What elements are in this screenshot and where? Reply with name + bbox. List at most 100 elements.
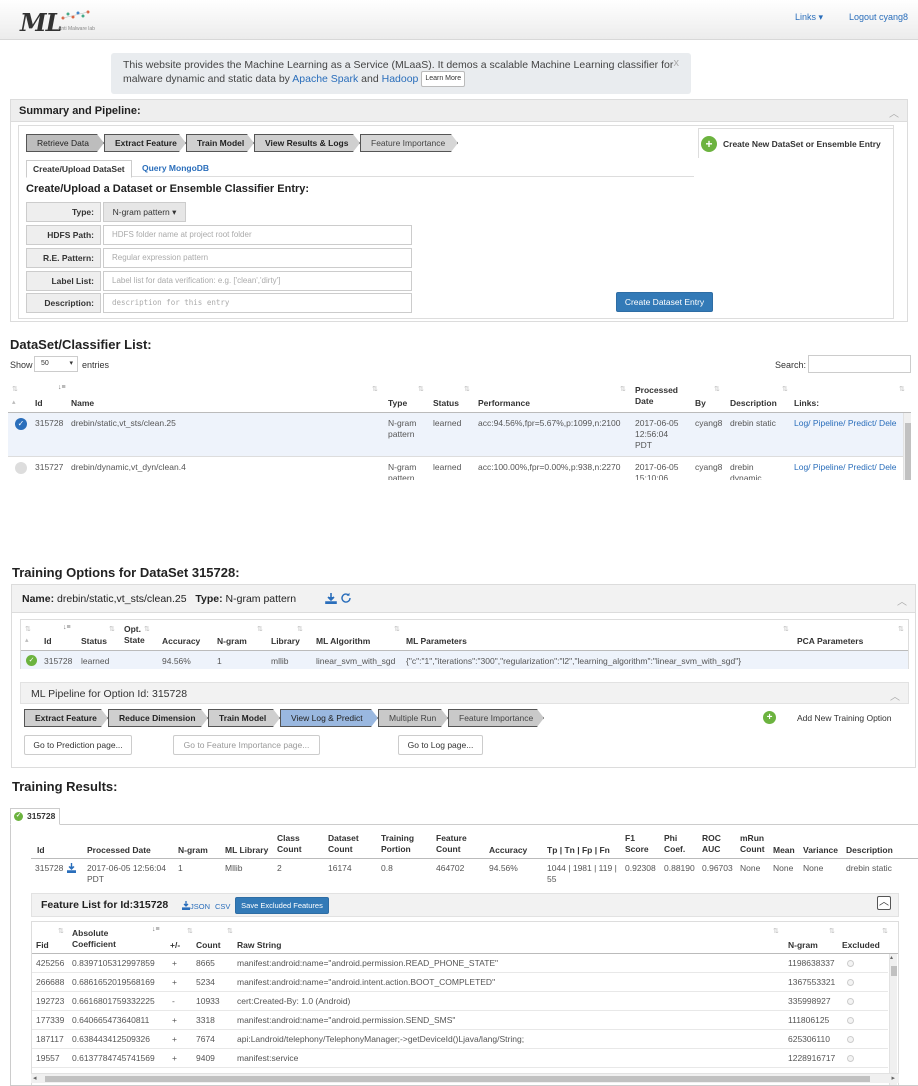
row-links[interactable]: Log/ Pipeline/ Predict/ Dele: [794, 418, 899, 429]
col-type[interactable]: Type: [388, 398, 407, 409]
sort-icon[interactable]: ⇅: [899, 385, 905, 393]
opt-pipeline-view-log-predict[interactable]: View Log & Predict: [280, 709, 378, 727]
col-mrun-count[interactable]: mRun Count: [740, 833, 772, 855]
sort-icon[interactable]: ⇅: [829, 927, 835, 935]
col-by[interactable]: By: [695, 398, 706, 409]
exclude-radio[interactable]: [847, 979, 854, 986]
links-menu[interactable]: Links ▾: [795, 12, 823, 23]
sort-desc-icon[interactable]: ↓≡: [152, 926, 160, 933]
hdfs-path-input[interactable]: HDFS folder name at project root folder: [103, 225, 412, 245]
col-count[interactable]: Count: [196, 940, 221, 951]
col-training-portion[interactable]: Training Portion: [381, 833, 421, 855]
opt-pipeline-train-model[interactable]: Train Model: [208, 709, 280, 727]
apache-spark-link[interactable]: Apache Spark: [292, 73, 358, 85]
sort-icon[interactable]: ⇅: [257, 625, 263, 633]
exclude-radio[interactable]: [847, 998, 854, 1005]
label-list-input[interactable]: Label list for data verification: e.g. […: [103, 271, 412, 291]
sort-icon[interactable]: ▴: [12, 398, 16, 406]
pipeline-feature-importance[interactable]: Feature Importance: [360, 134, 458, 152]
sort-icon[interactable]: ⇅: [783, 625, 789, 633]
scroll-right-icon[interactable]: ▸: [891, 1074, 895, 1082]
col-library[interactable]: Library: [271, 636, 300, 647]
add-option-icon[interactable]: +: [763, 711, 776, 724]
col-feature-count[interactable]: Feature Count: [436, 833, 476, 855]
add-option-label[interactable]: Add New Training Option: [797, 713, 892, 723]
opt-pipeline-multiple-run[interactable]: Multiple Run: [378, 709, 448, 727]
row-check-icon[interactable]: ✓: [26, 655, 37, 666]
save-excluded-button[interactable]: Save Excluded Features: [235, 897, 329, 914]
col-class-count[interactable]: Class Count: [277, 833, 307, 855]
scroll-up-icon[interactable]: ▴: [890, 954, 893, 961]
sort-desc-icon[interactable]: ↓≡: [58, 384, 66, 391]
sort-icon[interactable]: ⇅: [714, 385, 720, 393]
create-new-tab[interactable]: + Create New DataSet or Ensemble Entry: [698, 128, 894, 158]
sort-icon[interactable]: ⇅: [773, 927, 779, 935]
download-icon[interactable]: [67, 863, 76, 873]
tab-create-upload[interactable]: Create/Upload DataSet: [26, 160, 132, 178]
row-unselected-check-icon[interactable]: [15, 462, 27, 474]
col-raw-string[interactable]: Raw String: [237, 940, 281, 951]
col-name[interactable]: Name: [71, 398, 94, 409]
sort-icon[interactable]: ⇅: [109, 625, 115, 633]
app-logo[interactable]: ML Anti Malware lab: [20, 8, 110, 37]
sort-icon[interactable]: ⇅: [394, 625, 400, 633]
col-ngram[interactable]: N-gram: [788, 940, 818, 951]
go-feature-importance-button[interactable]: Go to Feature Importance page...: [173, 735, 320, 755]
col-phi-coef[interactable]: Phi Coef.: [664, 833, 692, 855]
col-sign[interactable]: +/-: [170, 940, 180, 951]
scrollbar-thumb[interactable]: [891, 966, 897, 976]
sort-icon[interactable]: ⇅: [187, 927, 193, 935]
sort-icon[interactable]: ⇅: [227, 927, 233, 935]
exclude-radio[interactable]: [847, 1017, 854, 1024]
opt-pipeline-extract-feature[interactable]: Extract Feature: [24, 709, 108, 727]
col-abs-coef[interactable]: Absolute Coefficient: [72, 928, 152, 950]
learn-more-button[interactable]: Learn More: [421, 71, 466, 87]
pipeline-retrieve-data[interactable]: Retrieve Data: [26, 134, 104, 152]
col-description[interactable]: Description: [730, 398, 777, 409]
pipeline-train-model[interactable]: Train Model: [186, 134, 254, 152]
create-dataset-button[interactable]: Create Dataset Entry: [616, 292, 713, 312]
col-id[interactable]: Id: [44, 636, 52, 647]
sort-icon[interactable]: ⇅: [25, 625, 31, 633]
sort-icon[interactable]: ⇅: [58, 927, 64, 935]
sort-icon[interactable]: ⇅: [12, 385, 18, 393]
hadoop-link[interactable]: Hadoop: [382, 73, 419, 85]
json-link[interactable]: JSON: [190, 902, 210, 911]
download-icon[interactable]: [325, 592, 337, 604]
col-processed-date[interactable]: Processed Date: [635, 385, 685, 407]
refresh-icon[interactable]: [340, 592, 352, 604]
col-tp-tn-fp-fn[interactable]: Tp | Tn | Fp | Fn: [547, 845, 610, 856]
col-accuracy[interactable]: Accuracy: [162, 636, 200, 647]
row-name[interactable]: drebin/dynamic,vt_dyn/clean.4: [71, 462, 186, 473]
col-fid[interactable]: Fid: [36, 940, 49, 951]
col-links[interactable]: Links:: [794, 398, 819, 409]
re-pattern-input[interactable]: Regular expression pattern: [103, 248, 412, 268]
exclude-radio[interactable]: [847, 960, 854, 967]
feature-scrollbar[interactable]: ▴: [889, 954, 897, 1085]
sort-icon[interactable]: ⇅: [297, 625, 303, 633]
col-ngram[interactable]: N-gram: [217, 636, 247, 647]
description-textarea[interactable]: description for this entry: [103, 293, 412, 313]
sort-icon[interactable]: ⇅: [418, 385, 424, 393]
col-ml-library[interactable]: ML Library: [225, 845, 268, 856]
pipeline-extract-feature[interactable]: Extract Feature: [104, 134, 186, 152]
sort-icon[interactable]: ⇅: [372, 385, 378, 393]
row-selected-check-icon[interactable]: ✓: [15, 418, 27, 430]
collapse-icon[interactable]: ︿: [889, 105, 899, 120]
h-scrollbar-thumb[interactable]: [45, 1076, 870, 1082]
col-status[interactable]: Status: [81, 636, 107, 647]
pipeline-view-results[interactable]: View Results & Logs: [254, 134, 360, 152]
col-performance[interactable]: Performance: [478, 398, 530, 409]
col-description[interactable]: Description: [846, 845, 893, 856]
col-roc-auc[interactable]: ROC AUC: [702, 833, 730, 855]
col-ml-algorithm[interactable]: ML Algorithm: [316, 636, 370, 647]
col-ml-parameters[interactable]: ML Parameters: [406, 636, 467, 647]
col-id[interactable]: Id: [35, 398, 43, 409]
sort-icon[interactable]: ⇅: [464, 385, 470, 393]
col-f1-score[interactable]: F1 Score: [625, 833, 653, 855]
go-log-button[interactable]: Go to Log page...: [398, 735, 483, 755]
row-links[interactable]: Log/ Pipeline/ Predict/ Dele: [794, 462, 899, 473]
sort-desc-icon[interactable]: ↓≡: [63, 624, 71, 631]
search-input[interactable]: [808, 355, 911, 373]
sort-icon[interactable]: ▴: [25, 636, 29, 644]
